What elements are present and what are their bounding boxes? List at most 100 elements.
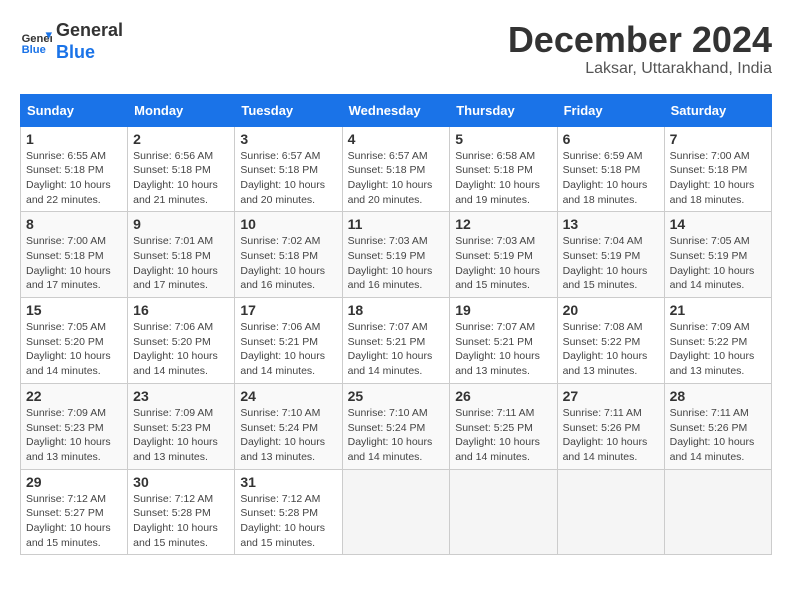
sunrise-label: Sunrise: 7:03 AM [348, 235, 428, 247]
col-wednesday: Wednesday [342, 94, 450, 126]
logo-text: General Blue [56, 20, 123, 63]
day-number: 29 [26, 474, 122, 490]
empty-cell [342, 469, 450, 555]
sunset-label: Sunset: 5:18 PM [133, 164, 211, 176]
day-info: Sunrise: 7:06 AM Sunset: 5:21 PM Dayligh… [240, 320, 336, 379]
day-number: 8 [26, 216, 122, 232]
day-info: Sunrise: 7:05 AM Sunset: 5:20 PM Dayligh… [26, 320, 122, 379]
sunset-label: Sunset: 5:18 PM [26, 250, 104, 262]
empty-cell [664, 469, 771, 555]
calendar-day-cell: 27 Sunrise: 7:11 AM Sunset: 5:26 PM Dayl… [557, 383, 664, 469]
sunrise-label: Sunrise: 6:57 AM [348, 150, 428, 162]
sunrise-label: Sunrise: 7:02 AM [240, 235, 320, 247]
sunrise-label: Sunrise: 7:12 AM [26, 493, 106, 505]
calendar-day-cell: 29 Sunrise: 7:12 AM Sunset: 5:27 PM Dayl… [21, 469, 128, 555]
sunset-label: Sunset: 5:18 PM [240, 250, 318, 262]
calendar-day-cell: 22 Sunrise: 7:09 AM Sunset: 5:23 PM Dayl… [21, 383, 128, 469]
daylight-label: Daylight: 10 hours and 14 minutes. [563, 436, 648, 463]
sunrise-label: Sunrise: 7:11 AM [563, 407, 642, 419]
col-thursday: Thursday [450, 94, 557, 126]
sunrise-label: Sunrise: 6:57 AM [240, 150, 320, 162]
calendar-day-cell: 13 Sunrise: 7:04 AM Sunset: 5:19 PM Dayl… [557, 212, 664, 298]
day-info: Sunrise: 7:08 AM Sunset: 5:22 PM Dayligh… [563, 320, 659, 379]
col-friday: Friday [557, 94, 664, 126]
daylight-label: Daylight: 10 hours and 19 minutes. [455, 179, 540, 206]
calendar-day-cell: 4 Sunrise: 6:57 AM Sunset: 5:18 PM Dayli… [342, 126, 450, 212]
calendar-day-cell: 8 Sunrise: 7:00 AM Sunset: 5:18 PM Dayli… [21, 212, 128, 298]
day-number: 7 [670, 131, 766, 147]
day-number: 5 [455, 131, 551, 147]
daylight-label: Daylight: 10 hours and 18 minutes. [563, 179, 648, 206]
sunset-label: Sunset: 5:28 PM [133, 507, 211, 519]
day-info: Sunrise: 7:10 AM Sunset: 5:24 PM Dayligh… [348, 406, 445, 465]
month-title: December 2024 [508, 20, 772, 60]
daylight-label: Daylight: 10 hours and 13 minutes. [670, 350, 755, 377]
calendar-day-cell: 9 Sunrise: 7:01 AM Sunset: 5:18 PM Dayli… [128, 212, 235, 298]
sunset-label: Sunset: 5:25 PM [455, 422, 533, 434]
sunrise-label: Sunrise: 7:09 AM [26, 407, 106, 419]
day-info: Sunrise: 7:11 AM Sunset: 5:26 PM Dayligh… [563, 406, 659, 465]
day-number: 24 [240, 388, 336, 404]
calendar-week-row: 22 Sunrise: 7:09 AM Sunset: 5:23 PM Dayl… [21, 383, 772, 469]
calendar-day-cell: 10 Sunrise: 7:02 AM Sunset: 5:18 PM Dayl… [235, 212, 342, 298]
day-info: Sunrise: 7:11 AM Sunset: 5:26 PM Dayligh… [670, 406, 766, 465]
empty-cell [450, 469, 557, 555]
daylight-label: Daylight: 10 hours and 13 minutes. [455, 350, 540, 377]
calendar-header-row: Sunday Monday Tuesday Wednesday Thursday… [21, 94, 772, 126]
day-info: Sunrise: 7:02 AM Sunset: 5:18 PM Dayligh… [240, 234, 336, 293]
calendar-day-cell: 21 Sunrise: 7:09 AM Sunset: 5:22 PM Dayl… [664, 298, 771, 384]
daylight-label: Daylight: 10 hours and 16 minutes. [240, 265, 325, 292]
daylight-label: Daylight: 10 hours and 14 minutes. [348, 350, 433, 377]
sunset-label: Sunset: 5:24 PM [348, 422, 426, 434]
logo: General Blue General Blue [20, 20, 123, 63]
sunset-label: Sunset: 5:20 PM [133, 336, 211, 348]
day-info: Sunrise: 7:09 AM Sunset: 5:23 PM Dayligh… [133, 406, 229, 465]
daylight-label: Daylight: 10 hours and 17 minutes. [133, 265, 218, 292]
sunrise-label: Sunrise: 7:05 AM [26, 321, 106, 333]
sunset-label: Sunset: 5:19 PM [348, 250, 426, 262]
day-number: 14 [670, 216, 766, 232]
sunrise-label: Sunrise: 7:00 AM [670, 150, 750, 162]
day-info: Sunrise: 7:07 AM Sunset: 5:21 PM Dayligh… [348, 320, 445, 379]
calendar-day-cell: 17 Sunrise: 7:06 AM Sunset: 5:21 PM Dayl… [235, 298, 342, 384]
day-info: Sunrise: 7:06 AM Sunset: 5:20 PM Dayligh… [133, 320, 229, 379]
col-monday: Monday [128, 94, 235, 126]
day-number: 27 [563, 388, 659, 404]
sunset-label: Sunset: 5:18 PM [670, 164, 748, 176]
sunrise-label: Sunrise: 6:55 AM [26, 150, 106, 162]
sunrise-label: Sunrise: 6:58 AM [455, 150, 535, 162]
day-number: 4 [348, 131, 445, 147]
sunset-label: Sunset: 5:19 PM [455, 250, 533, 262]
day-number: 12 [455, 216, 551, 232]
daylight-label: Daylight: 10 hours and 20 minutes. [348, 179, 433, 206]
sunset-label: Sunset: 5:23 PM [26, 422, 104, 434]
sunrise-label: Sunrise: 7:05 AM [670, 235, 750, 247]
title-block: December 2024 Laksar, Uttarakhand, India [508, 20, 772, 78]
day-info: Sunrise: 6:56 AM Sunset: 5:18 PM Dayligh… [133, 149, 229, 208]
sunrise-label: Sunrise: 7:10 AM [240, 407, 320, 419]
sunset-label: Sunset: 5:22 PM [670, 336, 748, 348]
calendar-table: Sunday Monday Tuesday Wednesday Thursday… [20, 94, 772, 556]
calendar-day-cell: 1 Sunrise: 6:55 AM Sunset: 5:18 PM Dayli… [21, 126, 128, 212]
day-number: 17 [240, 302, 336, 318]
day-info: Sunrise: 7:12 AM Sunset: 5:27 PM Dayligh… [26, 492, 122, 551]
sunset-label: Sunset: 5:26 PM [563, 422, 641, 434]
daylight-label: Daylight: 10 hours and 15 minutes. [240, 522, 325, 549]
sunrise-label: Sunrise: 7:04 AM [563, 235, 643, 247]
day-number: 18 [348, 302, 445, 318]
daylight-label: Daylight: 10 hours and 13 minutes. [240, 436, 325, 463]
sunset-label: Sunset: 5:27 PM [26, 507, 104, 519]
col-tuesday: Tuesday [235, 94, 342, 126]
sunset-label: Sunset: 5:21 PM [455, 336, 533, 348]
day-info: Sunrise: 7:11 AM Sunset: 5:25 PM Dayligh… [455, 406, 551, 465]
svg-text:Blue: Blue [22, 44, 46, 56]
day-info: Sunrise: 6:58 AM Sunset: 5:18 PM Dayligh… [455, 149, 551, 208]
logo-icon: General Blue [20, 26, 52, 58]
sunset-label: Sunset: 5:26 PM [670, 422, 748, 434]
sunset-label: Sunset: 5:18 PM [133, 250, 211, 262]
daylight-label: Daylight: 10 hours and 14 minutes. [133, 350, 218, 377]
day-number: 16 [133, 302, 229, 318]
calendar-day-cell: 30 Sunrise: 7:12 AM Sunset: 5:28 PM Dayl… [128, 469, 235, 555]
page-header: General Blue General Blue December 2024 … [20, 20, 772, 78]
day-info: Sunrise: 7:03 AM Sunset: 5:19 PM Dayligh… [455, 234, 551, 293]
